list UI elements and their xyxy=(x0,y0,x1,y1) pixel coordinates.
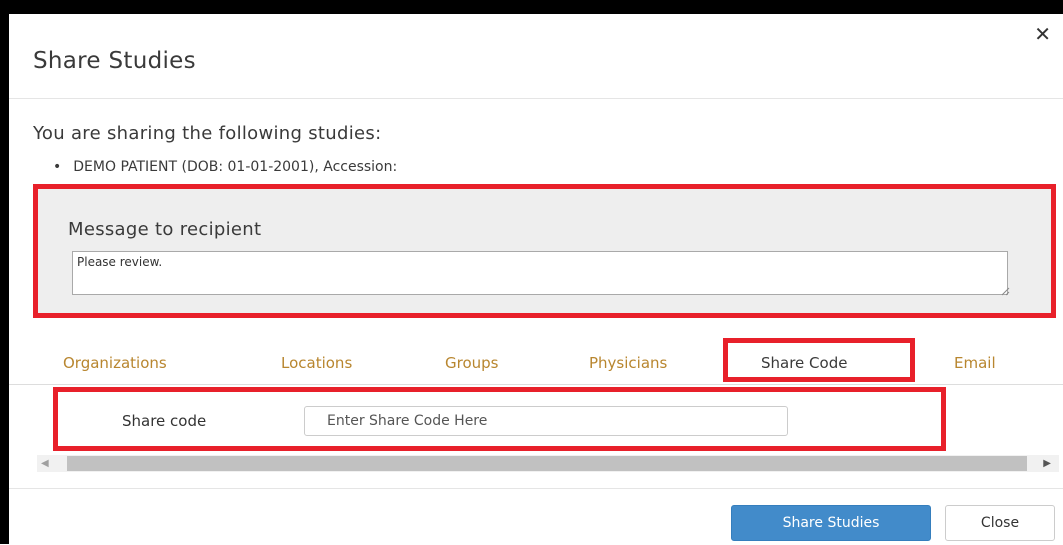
share-studies-dialog: Share Studies ✕ You are sharing the foll… xyxy=(9,14,1063,544)
close-icon[interactable]: ✕ xyxy=(1034,24,1051,44)
recipient-tabs: Organizations Locations Groups Physician… xyxy=(9,338,1063,385)
close-button[interactable]: Close xyxy=(945,505,1055,541)
message-section: Message to recipient Please review. xyxy=(33,184,1056,318)
message-textarea[interactable]: Please review. xyxy=(72,251,1008,295)
tab-organizations[interactable]: Organizations xyxy=(63,354,167,372)
tab-locations[interactable]: Locations xyxy=(281,354,352,372)
study-label: DEMO PATIENT (DOB: 01-01-2001), Accessio… xyxy=(73,159,398,175)
dialog-header: Share Studies ✕ xyxy=(9,14,1063,99)
horizontal-scrollbar[interactable]: ◀ ▶ xyxy=(37,455,1059,472)
scroll-right-icon[interactable]: ▶ xyxy=(1043,458,1051,469)
share-code-label: Share code xyxy=(122,412,207,430)
share-studies-button[interactable]: Share Studies xyxy=(731,505,931,541)
tab-email[interactable]: Email xyxy=(954,354,996,372)
tab-share-code[interactable]: Share Code xyxy=(761,354,847,372)
dialog-title: Share Studies xyxy=(33,48,196,74)
tab-physicians[interactable]: Physicians xyxy=(589,354,667,372)
scrollbar-thumb[interactable] xyxy=(67,456,1027,471)
message-label: Message to recipient xyxy=(68,219,262,240)
share-code-section: Share code xyxy=(53,387,946,451)
tab-groups[interactable]: Groups xyxy=(445,354,498,372)
frame-left-border xyxy=(0,0,9,544)
study-list-item: • DEMO PATIENT (DOB: 01-01-2001), Accessi… xyxy=(53,159,397,175)
share-code-input[interactable] xyxy=(304,406,788,436)
bullet-icon: • xyxy=(53,159,62,175)
scroll-left-icon[interactable]: ◀ xyxy=(41,458,49,469)
dialog-footer: Share Studies Close xyxy=(9,488,1063,545)
sharing-intro: You are sharing the following studies: xyxy=(33,123,382,144)
frame-top-border xyxy=(0,0,1063,14)
